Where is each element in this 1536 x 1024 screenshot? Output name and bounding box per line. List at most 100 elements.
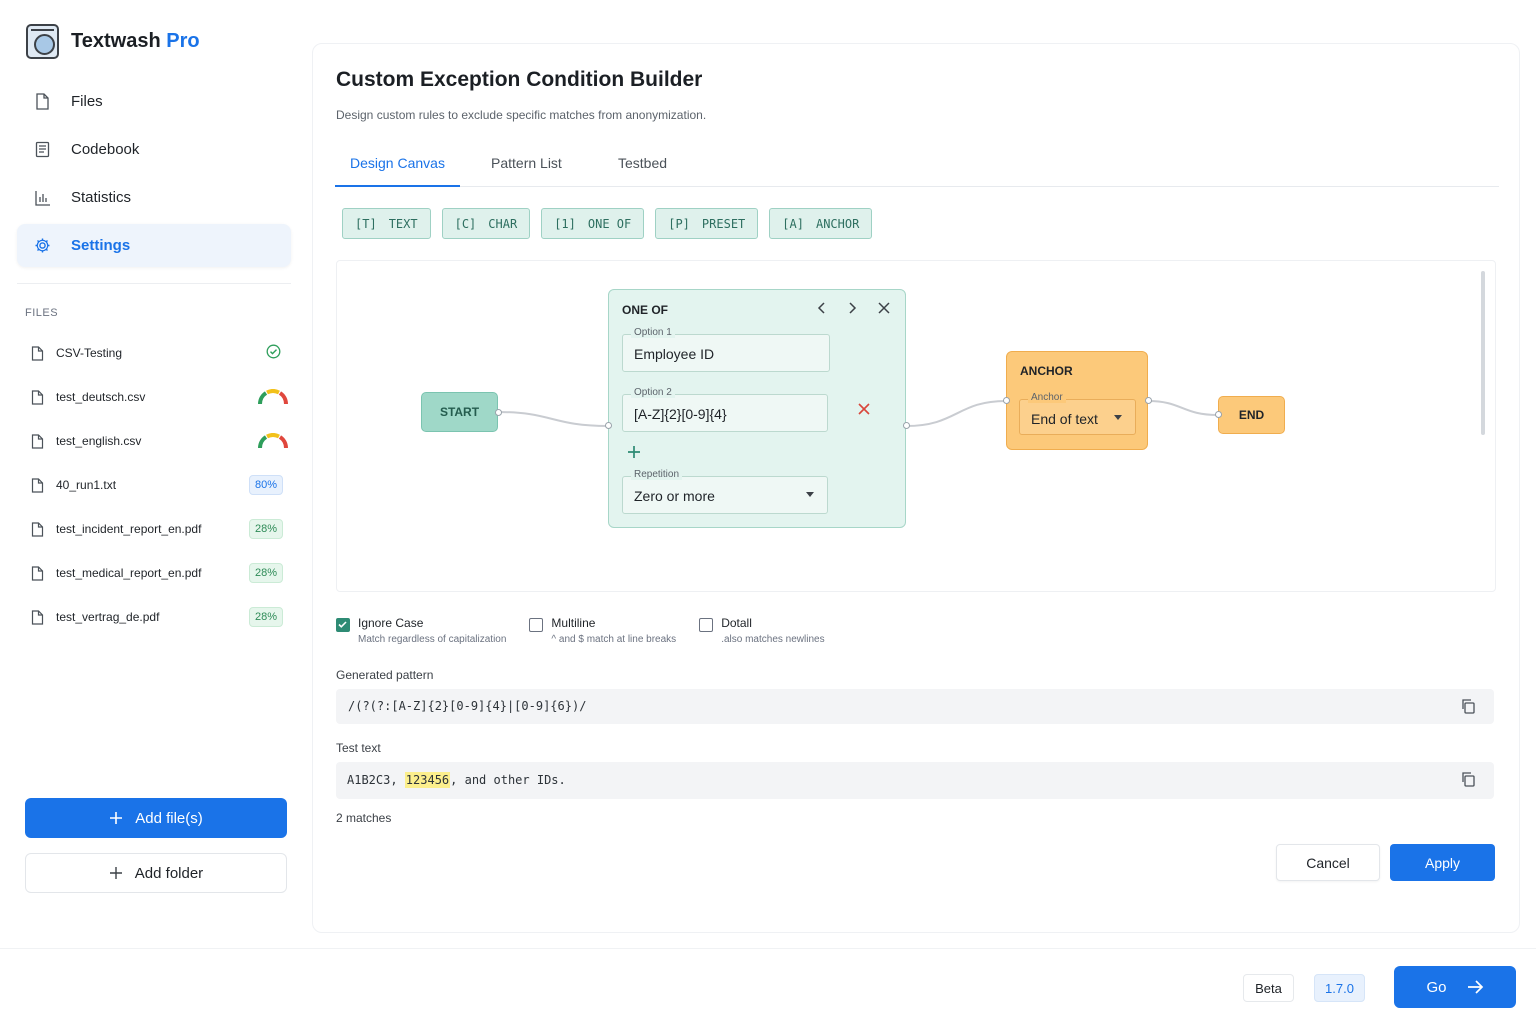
file-icon (31, 521, 44, 537)
anchor-node[interactable]: ANCHOR Anchor End of text (1006, 351, 1148, 450)
chevron-left-icon[interactable] (812, 298, 832, 318)
nav-label-statistics: Statistics (71, 189, 132, 206)
page-title: Custom Exception Condition Builder (336, 68, 703, 91)
repetition-select[interactable]: Repetition Zero or more (622, 469, 828, 514)
close-icon[interactable] (874, 298, 894, 318)
node-port[interactable] (1145, 397, 1152, 404)
page-subtitle: Design custom rules to exclude specific … (336, 108, 707, 122)
add-option-icon[interactable] (627, 445, 643, 461)
one-of-title: ONE OF (622, 303, 669, 317)
brand: Textwash Pro (26, 24, 200, 59)
caret-down-icon (806, 492, 814, 497)
add-files-label: Add file(s) (135, 809, 203, 827)
file-item[interactable]: test_incident_report_en.pdf 28% (25, 507, 291, 551)
nav-label-settings: Settings (71, 237, 131, 254)
file-item[interactable]: CSV-Testing (25, 331, 291, 375)
add-folder-button[interactable]: Add folder (25, 853, 287, 893)
file-list: CSV-Testing test_deutsch.csv test_englis… (25, 331, 291, 639)
file-item[interactable]: test_medical_report_en.pdf 28% (25, 551, 291, 595)
nav-item-settings[interactable]: Settings (17, 224, 291, 267)
nav-item-statistics[interactable]: Statistics (17, 176, 291, 219)
anchor-select[interactable]: Anchor End of text (1019, 392, 1136, 435)
progress-badge: 28% (248, 607, 283, 627)
gauge-icon (257, 433, 289, 449)
copy-icon[interactable] (1460, 698, 1476, 714)
ignore-case-label: Ignore Case (358, 616, 424, 630)
add-preset-node-button[interactable]: [P] PRESET (655, 208, 759, 239)
tab-testbed[interactable]: Testbed (603, 155, 682, 185)
ignore-case-checkbox[interactable] (336, 618, 350, 632)
node-connectors (497, 400, 1219, 427)
multiline-option[interactable]: Multiline ^ and $ match at line breaks (529, 616, 676, 645)
main-nav: Files Codebook Statistics Settings (17, 80, 291, 272)
file-item[interactable]: test_deutsch.csv (25, 375, 291, 419)
chevron-right-icon[interactable] (842, 298, 862, 318)
check-circle-icon (266, 344, 281, 362)
node-toolbar: [T] TEXT [C] CHAR [1] ONE OF [P] PRESET [A] A… (342, 208, 873, 239)
node-port[interactable] (495, 409, 502, 416)
file-item[interactable]: test_vertrag_de.pdf 28% (25, 595, 291, 639)
generated-pattern-text: /(?(?:[A-Z]{2}[0-9]{4}|[0-9]{6})/ (348, 699, 587, 713)
add-files-button[interactable]: Add file(s) (25, 798, 287, 838)
generated-pattern-box: /(?(?:[A-Z]{2}[0-9]{4}|[0-9]{6})/ (336, 689, 1494, 724)
end-node[interactable]: END (1218, 396, 1285, 434)
go-button[interactable]: Go (1394, 966, 1516, 1008)
multiline-label: Multiline (551, 616, 596, 630)
nav-item-files[interactable]: Files (17, 80, 291, 123)
file-icon (34, 93, 51, 110)
dotall-desc: .also matches newlines (721, 634, 825, 645)
add-anchor-node-button[interactable]: [A] ANCHOR (769, 208, 873, 239)
add-text-node-button[interactable]: [T] TEXT (342, 208, 431, 239)
nav-label-codebook: Codebook (71, 141, 140, 158)
plus-icon (110, 812, 123, 824)
node-port[interactable] (1215, 411, 1222, 418)
design-canvas[interactable]: START ONE OF Option 1 Employee ID Option… (336, 260, 1496, 592)
nav-item-codebook[interactable]: Codebook (17, 128, 291, 171)
dotall-option[interactable]: Dotall .also matches newlines (699, 616, 825, 645)
tab-design-canvas[interactable]: Design Canvas (335, 155, 460, 187)
test-text: A1B2C3, 123456, and other IDs. (347, 772, 566, 788)
progress-badge: 80% (248, 475, 283, 495)
add-one-of-node-button[interactable]: [1] ONE OF (541, 208, 645, 239)
version-badge: 1.7.0 (1314, 974, 1365, 1002)
file-name: CSV-Testing (56, 346, 123, 360)
add-char-node-button[interactable]: [C] CHAR (441, 208, 531, 239)
beta-badge: Beta (1243, 974, 1294, 1002)
ignore-case-option[interactable]: Ignore Case Match regardless of capitali… (336, 616, 506, 645)
file-name: 40_run1.txt (56, 478, 117, 492)
one-of-node[interactable]: ONE OF Option 1 Employee ID Option 2 [A-… (608, 289, 906, 528)
node-port[interactable] (903, 422, 910, 429)
file-icon (31, 345, 44, 361)
node-port[interactable] (605, 422, 612, 429)
file-icon (31, 433, 44, 449)
app-name: Textwash Pro (71, 30, 200, 52)
node-port[interactable] (1003, 397, 1010, 404)
cancel-button[interactable]: Cancel (1276, 844, 1380, 881)
remove-option-icon[interactable] (857, 402, 873, 418)
start-node[interactable]: START (421, 392, 498, 432)
option-1-field[interactable]: Option 1 Employee ID (622, 327, 830, 372)
add-folder-label: Add folder (134, 864, 204, 882)
dotall-checkbox[interactable] (699, 618, 714, 632)
apply-button[interactable]: Apply (1390, 844, 1495, 881)
multiline-checkbox[interactable] (529, 618, 544, 632)
option-1-label: Option 1 (631, 327, 675, 338)
file-name: test_medical_report_en.pdf (56, 566, 202, 580)
multiline-desc: ^ and $ match at line breaks (551, 634, 677, 645)
file-icon (31, 389, 44, 405)
tab-pattern-list[interactable]: Pattern List (476, 155, 577, 185)
file-icon (31, 477, 44, 493)
match-count: 2 matches (336, 811, 392, 825)
file-name: test_deutsch.csv (56, 390, 146, 404)
footer-divider (0, 948, 1536, 949)
canvas-scrollbar[interactable] (1481, 271, 1485, 435)
regex-options: Ignore Case Match regardless of capitali… (336, 616, 848, 645)
repetition-label: Repetition (631, 469, 683, 480)
option-2-field[interactable]: Option 2 [A-Z]{2}[0-9]{4} (622, 387, 828, 432)
file-item[interactable]: 40_run1.txt 80% (25, 463, 291, 507)
anchor-title: ANCHOR (1020, 364, 1073, 378)
copy-icon[interactable] (1460, 771, 1476, 787)
file-name: test_incident_report_en.pdf (56, 522, 202, 536)
test-text-box[interactable]: A1B2C3, 123456, and other IDs. (336, 762, 1494, 799)
file-item[interactable]: test_english.csv (25, 419, 291, 463)
